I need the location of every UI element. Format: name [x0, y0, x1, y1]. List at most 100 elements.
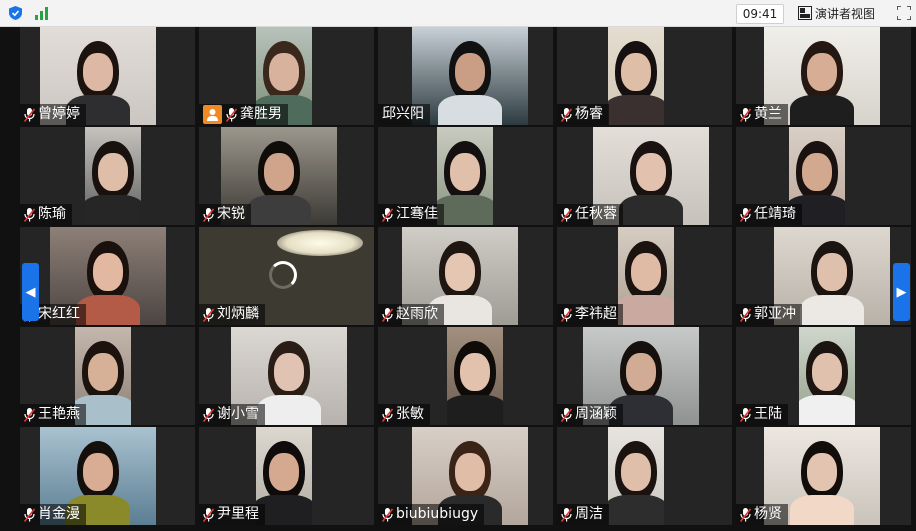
- mic-muted-icon: [381, 407, 394, 422]
- participant-tile[interactable]: 龚胜男: [199, 27, 374, 125]
- participant-body: [84, 195, 141, 225]
- participant-name: 尹里程: [217, 506, 259, 522]
- participant-name-bar: 江骞佳: [378, 204, 444, 225]
- participant-name: biubiubiugy: [396, 506, 479, 522]
- mic-muted-icon: [560, 207, 573, 222]
- mic-muted-icon: [560, 107, 573, 122]
- participant-tile[interactable]: 尹里程: [199, 427, 374, 525]
- fullscreen-icon[interactable]: [897, 6, 911, 20]
- participant-tile[interactable]: 李祎超: [557, 227, 732, 325]
- participant-name: 谢小雪: [217, 406, 259, 422]
- participant-name-bar: 周洁: [557, 504, 609, 525]
- participant-name-bar: 尹里程: [199, 504, 265, 525]
- mic-muted-icon: [381, 307, 394, 322]
- participant-tile[interactable]: 邱兴阳: [378, 27, 553, 125]
- participant-name: 李祎超: [575, 306, 617, 322]
- participant-name: 江骞佳: [396, 206, 438, 222]
- mic-muted-icon: [560, 407, 573, 422]
- participant-name-bar: 邱兴阳: [378, 104, 430, 125]
- participant-name: 邱兴阳: [382, 106, 424, 122]
- participant-name: 肖金漫: [38, 506, 80, 522]
- participant-video: [607, 427, 664, 525]
- participant-tile[interactable]: 王陆: [736, 327, 911, 425]
- participant-face: [806, 453, 837, 491]
- participant-body: [789, 95, 854, 125]
- next-page-button[interactable]: ▶: [893, 263, 910, 321]
- participant-tile[interactable]: 周洁: [557, 427, 732, 525]
- participant-face: [459, 353, 490, 391]
- participant-name: 赵雨欣: [396, 306, 438, 322]
- participant-tile[interactable]: 郭亚冲: [736, 227, 911, 325]
- mic-muted-icon: [225, 107, 238, 122]
- participant-face: [454, 53, 485, 91]
- participant-name-bar: 刘炳麟: [199, 304, 265, 325]
- participant-face: [268, 53, 299, 91]
- participant-name-bar: 杨睿: [557, 104, 609, 125]
- participant-body: [607, 95, 664, 125]
- person-icon: [203, 105, 222, 124]
- participant-tile[interactable]: 黄兰: [736, 27, 911, 125]
- participant-name: 黄兰: [754, 106, 782, 122]
- participant-name-bar: 张敏: [378, 404, 430, 425]
- participant-tile[interactable]: 王艳燕: [20, 327, 195, 425]
- participant-video: [798, 327, 855, 425]
- participant-name-bar: 赵雨欣: [378, 304, 444, 325]
- participant-name-bar: 杨贤: [736, 504, 788, 525]
- participant-tile[interactable]: 任秋蓉: [557, 127, 732, 225]
- participant-tile[interactable]: 杨睿: [557, 27, 732, 125]
- participant-body: [617, 295, 674, 325]
- participant-body: [246, 195, 311, 225]
- participant-face: [87, 353, 118, 391]
- loading-spinner-icon: [269, 261, 297, 289]
- mic-muted-icon: [202, 407, 215, 422]
- participant-name-bar: 曾婷婷: [20, 104, 86, 125]
- participant-video: [446, 327, 503, 425]
- participant-tile[interactable]: 周涵颖: [557, 327, 732, 425]
- participant-face: [811, 353, 842, 391]
- participant-body: [607, 495, 664, 525]
- participant-name-bar: 郭亚冲: [736, 304, 802, 325]
- participant-name-bar: 谢小雪: [199, 404, 265, 425]
- participant-face: [816, 253, 847, 291]
- participant-name: 任秋蓉: [575, 206, 617, 222]
- participant-tile[interactable]: 赵雨欣: [378, 227, 553, 325]
- signal-icon[interactable]: [35, 6, 49, 20]
- participant-name: 王陆: [754, 406, 782, 422]
- previous-page-button[interactable]: ◀: [22, 263, 39, 321]
- mic-muted-icon: [560, 307, 573, 322]
- participant-name-bar: 宋锐: [199, 204, 251, 225]
- participant-face: [444, 253, 475, 291]
- mic-muted-icon: [202, 307, 215, 322]
- gallery-grid: 曾婷婷 龚胜男 邱兴阳 杨睿 黄兰陈瑜 宋锐 江骞佳 任秋蓉 任靖琦宋红红 刘炳麟 赵雨欣 李祎超 郭亚…: [0, 27, 916, 531]
- participant-tile[interactable]: 陈瑜: [20, 127, 195, 225]
- participant-tile[interactable]: 刘炳麟: [199, 227, 374, 325]
- participant-tile[interactable]: 曾婷婷: [20, 27, 195, 125]
- participant-tile[interactable]: 江骞佳: [378, 127, 553, 225]
- mic-muted-icon: [381, 207, 394, 222]
- mic-muted-icon: [739, 107, 752, 122]
- participant-name: 陈瑜: [38, 206, 66, 222]
- participant-body: [799, 295, 864, 325]
- mic-muted-icon: [23, 107, 36, 122]
- participant-body: [446, 395, 503, 425]
- participant-tile[interactable]: 谢小雪: [199, 327, 374, 425]
- participant-tile[interactable]: 任靖琦: [736, 127, 911, 225]
- shield-icon[interactable]: [9, 6, 22, 20]
- participant-face: [273, 353, 304, 391]
- participant-tile[interactable]: 肖金漫: [20, 427, 195, 525]
- participant-name: 杨贤: [754, 506, 782, 522]
- participant-name-bar: 龚胜男: [199, 104, 288, 125]
- participant-tile[interactable]: 宋红红: [20, 227, 195, 325]
- participant-body: [618, 195, 683, 225]
- participant-tile[interactable]: 宋锐: [199, 127, 374, 225]
- speaker-view-button[interactable]: 演讲者视图: [798, 3, 884, 23]
- participant-face: [625, 353, 656, 391]
- participant-tile[interactable]: 杨贤: [736, 427, 911, 525]
- participant-tile[interactable]: 张敏: [378, 327, 553, 425]
- participant-name: 周涵颖: [575, 406, 617, 422]
- chevron-right-icon: ▶: [896, 284, 907, 300]
- participant-tile[interactable]: biubiubiugy: [378, 427, 553, 525]
- mic-muted-icon: [739, 407, 752, 422]
- participant-video: [617, 227, 674, 325]
- participant-name-bar: 黄兰: [736, 104, 788, 125]
